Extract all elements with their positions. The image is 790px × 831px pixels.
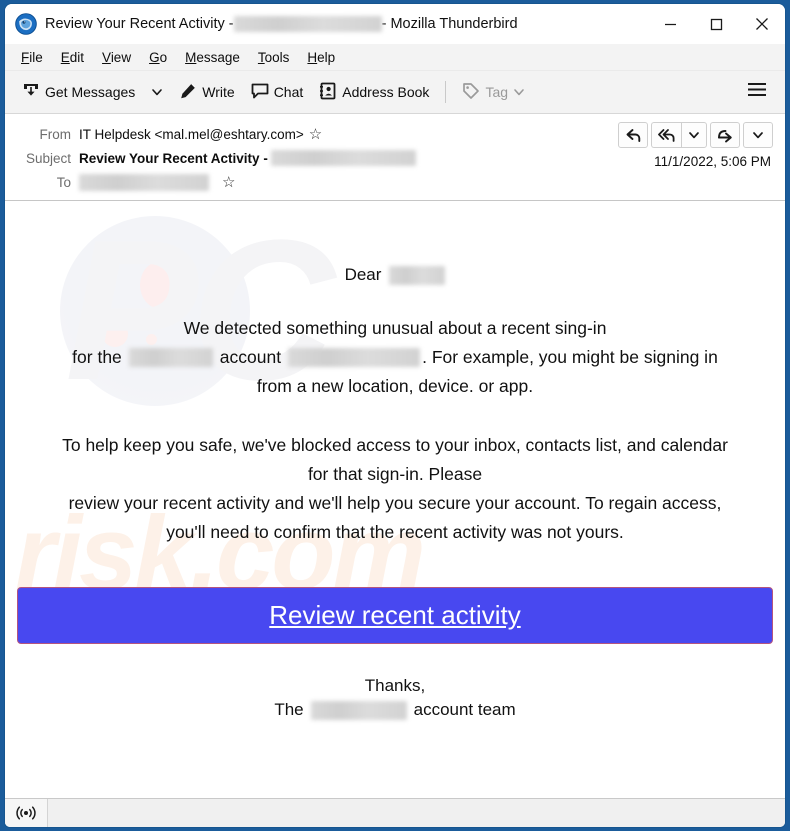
- paragraph-2-line-1: To help keep you safe, we've blocked acc…: [62, 435, 728, 455]
- paragraph-1-line-3: from a new location, device. or app.: [256, 376, 534, 396]
- app-menu-button[interactable]: [741, 76, 773, 109]
- message-body: PC risk.com Dear We detected something u…: [5, 201, 785, 798]
- hamburger-icon: [748, 83, 766, 96]
- tag-label: Tag: [485, 84, 509, 100]
- reply-all-dropdown-button[interactable]: [681, 122, 707, 148]
- redacted-brand-1: [128, 348, 213, 367]
- greeting-line: Dear: [17, 265, 773, 285]
- close-button[interactable]: [739, 4, 785, 44]
- reply-all-arrow-icon: [657, 128, 674, 142]
- message-header: From IT Helpdesk <mal.mel@eshtary.com> ☆…: [5, 114, 785, 201]
- paragraph-1-line-2-c: . For example, you might be signing in: [422, 347, 718, 367]
- thunderbird-window: Review Your Recent Activity - - Mozilla …: [5, 4, 785, 827]
- menu-file[interactable]: File: [13, 47, 51, 68]
- chat-button[interactable]: Chat: [244, 77, 311, 108]
- thunderbird-logo-icon: [15, 13, 37, 35]
- minimize-button[interactable]: [647, 4, 693, 44]
- paragraph-1-line-2: for the account . For example, you might…: [17, 343, 773, 372]
- subject-value: Review Your Recent Activity -: [79, 150, 416, 166]
- signature-suffix: account team: [413, 700, 516, 719]
- reply-all-group: [651, 122, 707, 148]
- get-messages-dropdown[interactable]: [144, 81, 170, 103]
- pencil-icon: [179, 82, 197, 103]
- redacted-recipient: [79, 173, 209, 191]
- forward-arrow-icon: [717, 129, 732, 142]
- more-dropdown-button[interactable]: [743, 122, 773, 148]
- paragraph-2-line-4: you'll need to confirm that the recent a…: [166, 522, 624, 542]
- get-messages-button[interactable]: Get Messages: [15, 77, 142, 108]
- title-bar: Review Your Recent Activity - - Mozilla …: [5, 4, 785, 44]
- tag-icon: [462, 82, 480, 103]
- main-toolbar: Get Messages Write Chat Address Book Tag: [5, 71, 785, 114]
- broadcast-icon: [16, 806, 36, 820]
- from-address: IT Helpdesk <mal.mel@eshtary.com>: [79, 126, 304, 142]
- tag-button[interactable]: Tag: [455, 77, 532, 108]
- address-book-label: Address Book: [342, 84, 430, 100]
- paragraph-1-line-1: We detected something unusual about a re…: [183, 318, 607, 338]
- toolbar-separator: [445, 81, 447, 103]
- paragraph-1: We detected something unusual about a re…: [17, 314, 773, 401]
- status-bar: [5, 798, 785, 827]
- menu-go[interactable]: Go: [141, 47, 175, 68]
- greeting-text: Dear: [344, 265, 382, 284]
- window-title: Review Your Recent Activity - - Mozilla …: [45, 16, 518, 32]
- menu-view[interactable]: View: [94, 47, 139, 68]
- reply-button-group: [618, 122, 773, 148]
- window-controls: [647, 4, 785, 44]
- reply-arrow-icon: [626, 128, 640, 142]
- write-button[interactable]: Write: [172, 77, 241, 108]
- forward-button[interactable]: [710, 122, 740, 148]
- get-messages-label: Get Messages: [45, 84, 136, 100]
- to-star-icon[interactable]: ☆: [222, 175, 235, 190]
- window-title-suffix: - Mozilla Thunderbird: [381, 16, 518, 32]
- to-label: To: [56, 174, 71, 190]
- signature-line: The account team: [17, 700, 773, 720]
- chevron-down-icon: [514, 89, 524, 96]
- paragraph-2: To help keep you safe, we've blocked acc…: [17, 431, 773, 547]
- subject-label: Subject: [25, 150, 71, 166]
- paragraph-1-line-2-a: for the: [72, 347, 122, 367]
- redacted-title-brand: [233, 16, 382, 32]
- menu-edit[interactable]: Edit: [53, 47, 92, 68]
- chat-label: Chat: [273, 84, 304, 100]
- from-star-icon[interactable]: ☆: [309, 127, 322, 142]
- chat-bubble-icon: [251, 82, 269, 103]
- chevron-down-icon: [753, 132, 763, 139]
- message-datetime: 11/1/2022, 5:06 PM: [654, 154, 771, 169]
- chevron-down-icon: [689, 132, 699, 139]
- chevron-down-icon: [152, 89, 163, 96]
- redacted-brand-2: [310, 700, 407, 720]
- menu-help[interactable]: Help: [299, 47, 343, 68]
- review-recent-activity-button[interactable]: Review recent activity: [17, 587, 773, 644]
- message-content: Dear We detected something unusual about…: [17, 265, 773, 720]
- to-row: To ☆: [17, 170, 773, 194]
- paragraph-1-line-2-b: account: [219, 347, 282, 367]
- menu-message[interactable]: Message: [177, 47, 248, 68]
- redacted-subject-brand: [270, 150, 416, 166]
- menu-bar: File Edit View Go Message Tools Help: [5, 44, 785, 71]
- maximize-button[interactable]: [693, 4, 739, 44]
- redacted-recipient-name: [389, 265, 446, 285]
- from-value: IT Helpdesk <mal.mel@eshtary.com> ☆: [79, 127, 322, 142]
- signature-prefix: The: [274, 700, 304, 719]
- to-value: ☆: [79, 173, 235, 191]
- redacted-email-address: [288, 348, 421, 367]
- reply-all-button[interactable]: [651, 122, 681, 148]
- address-book-icon: [319, 82, 337, 103]
- status-broadcast-cell[interactable]: [5, 799, 48, 827]
- subject-text: Review Your Recent Activity -: [79, 150, 268, 166]
- menu-tools[interactable]: Tools: [250, 47, 298, 68]
- paragraph-2-line-3: review your recent activity and we'll he…: [68, 493, 722, 513]
- address-book-button[interactable]: Address Book: [312, 77, 436, 108]
- from-label: From: [39, 126, 72, 142]
- thanks-line: Thanks,: [364, 676, 426, 695]
- reply-button[interactable]: [618, 122, 648, 148]
- write-label: Write: [202, 84, 235, 100]
- paragraph-2-line-2: for that sign-in. Please: [307, 464, 483, 484]
- get-messages-icon: [22, 82, 40, 103]
- window-title-prefix: Review Your Recent Activity -: [45, 16, 234, 32]
